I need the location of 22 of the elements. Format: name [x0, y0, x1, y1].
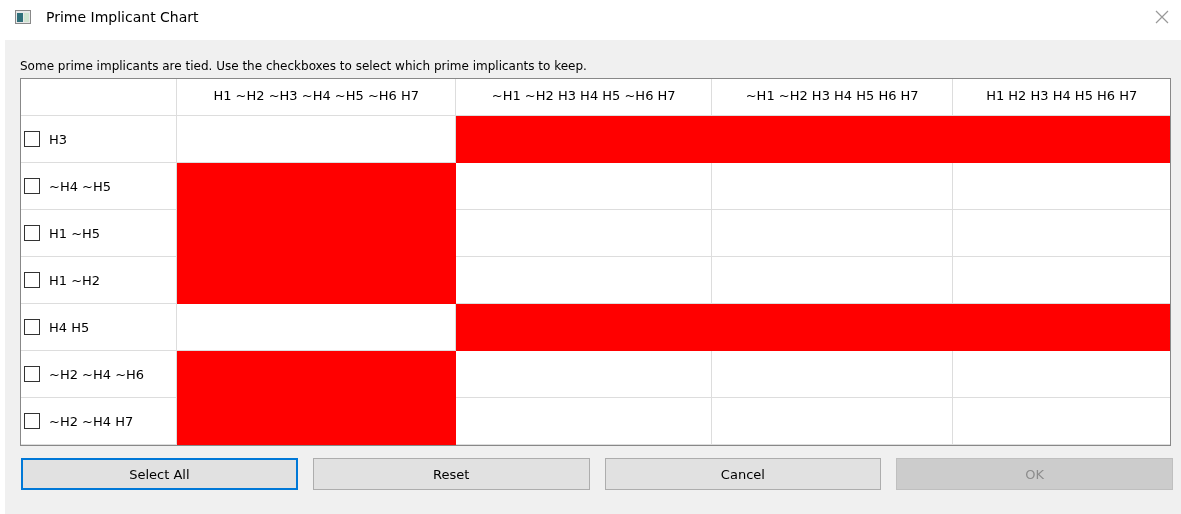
checkbox[interactable] [24, 225, 40, 241]
row-label: H4 H5 [49, 319, 90, 335]
instruction-text: Some prime implicants are tied. Use the checkboxes to select which prime implicants to keep. [20, 58, 588, 75]
dialog-button[interactable]: Reset [312, 458, 590, 490]
checkbox[interactable] [24, 272, 40, 288]
dialog-button[interactable]: Cancel [604, 458, 882, 490]
dialog-button[interactable]: Select All [21, 458, 298, 490]
app-icon [15, 10, 31, 24]
checkbox[interactable] [24, 178, 40, 194]
row-label: ~H2 ~H4 H7 [49, 413, 134, 429]
close-icon[interactable] [1155, 10, 1169, 24]
row-label: ~H2 ~H4 ~H6 [49, 366, 145, 382]
checkbox[interactable] [24, 413, 40, 429]
row-label: H1 ~H2 [49, 272, 101, 288]
window-title: Prime Implicant Chart [46, 9, 200, 25]
column-header: H1 ~H2 ~H3 ~H4 ~H5 ~H6 H7 [177, 79, 457, 116]
checkbox[interactable] [24, 319, 40, 335]
row-label: ~H4 ~H5 [49, 178, 111, 194]
row-label: H1 ~H5 [49, 225, 101, 241]
checkbox[interactable] [24, 366, 40, 382]
row-label: H3 [49, 131, 68, 147]
checkbox[interactable] [24, 131, 40, 147]
